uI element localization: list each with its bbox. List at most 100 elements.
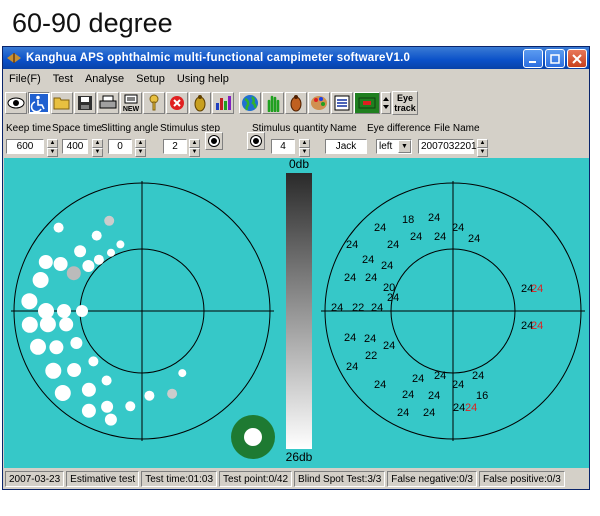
left-field-chart — [11, 181, 274, 441]
space-time-stepper[interactable]: ▲ ▼ — [92, 139, 103, 157]
threshold-value: 24 — [465, 402, 477, 414]
globe-button[interactable] — [239, 92, 261, 114]
parameter-bar: Keep time Space time Slitting angle Stim… — [3, 119, 589, 157]
stimulus-quantity-radio[interactable] — [247, 132, 265, 150]
close-button[interactable] — [567, 49, 587, 68]
accessibility-button[interactable] — [28, 92, 50, 114]
slitting-angle-field[interactable]: 0 — [108, 139, 132, 154]
maximize-icon — [550, 53, 560, 64]
stimulus-dot — [91, 230, 102, 241]
stimulus-quantity-stepper[interactable]: ▲ ▼ — [299, 139, 310, 157]
stimulus-dot — [93, 254, 104, 265]
stimulus-step-field[interactable]: 2 — [163, 139, 187, 154]
threshold-value: 24 — [374, 222, 386, 234]
threshold-value: 24 — [397, 407, 409, 419]
red-light-button[interactable] — [354, 92, 380, 114]
db-scale: 0db 26db — [286, 158, 313, 464]
visual-field-canvas: 18 24 24 24 24 24 24 24 24 24 24 24 24 20 24 22 24 24 24 24… — [4, 158, 589, 468]
radio-dot-icon — [209, 136, 219, 146]
menu-analyse[interactable]: Analyse — [79, 73, 130, 85]
minimize-button[interactable] — [523, 49, 543, 68]
bug-button[interactable] — [189, 92, 211, 114]
threshold-value: 24 — [423, 407, 435, 419]
menu-file[interactable]: File(F) — [3, 73, 47, 85]
threshold-value: 24 — [364, 333, 376, 345]
stop-icon — [170, 96, 184, 110]
stimulus-dot — [125, 401, 136, 412]
menu-using-help[interactable]: Using help — [171, 73, 235, 85]
threshold-value: 24 — [453, 402, 465, 414]
stimulus-dot — [49, 340, 64, 355]
bug-button-2[interactable] — [285, 92, 307, 114]
arrow-button[interactable] — [381, 92, 391, 114]
threshold-value: 24 — [365, 272, 377, 284]
eye-difference-label: Eye difference — [367, 123, 431, 134]
eye-track-button[interactable]: Eye track — [392, 91, 418, 115]
threshold-value: 24 — [402, 389, 414, 401]
print-button[interactable] — [97, 92, 119, 114]
keep-time-field[interactable]: 600 — [6, 139, 44, 154]
stimulus-dot — [21, 316, 38, 333]
stimulus-dot — [21, 293, 38, 310]
stimulus-dot — [54, 385, 71, 401]
keep-time-stepper[interactable]: ▲ ▼ — [47, 139, 58, 157]
maximize-button[interactable] — [545, 49, 565, 68]
palette-button[interactable] — [308, 92, 330, 114]
right-field-chart: 18 242424 24242424 2424 2424 242024 22 24242424… — [321, 181, 585, 441]
chart-button[interactable] — [212, 92, 234, 114]
accessibility-icon — [30, 94, 48, 112]
hand-button[interactable] — [262, 92, 284, 114]
stimulus-quantity-field[interactable]: 4 — [271, 139, 295, 154]
menu-bar: File(F) Test Analyse Setup Using help — [3, 70, 589, 88]
status-blind-spot: Blind Spot Test:3/3 — [294, 471, 386, 487]
menu-setup[interactable]: Setup — [130, 73, 171, 85]
stimulus-dot — [104, 215, 115, 226]
name-field[interactable]: Jack — [325, 139, 367, 154]
threshold-value: 24 — [346, 239, 358, 251]
open-button[interactable] — [51, 92, 73, 114]
stop-button[interactable] — [166, 92, 188, 114]
title-bar: Kanghua APS ophthalmic multi-functional … — [3, 47, 589, 69]
threshold-value: 24 — [381, 260, 393, 272]
new-button[interactable]: NEW — [120, 92, 142, 114]
threshold-value: 18 — [402, 214, 414, 226]
threshold-value: 24 — [434, 231, 446, 243]
fixation-ring — [231, 415, 275, 459]
name-label: Name — [330, 123, 357, 134]
threshold-value: 24 — [387, 239, 399, 251]
threshold-value: 24 — [383, 340, 395, 352]
file-name-stepper[interactable]: ▲ ▼ — [477, 139, 488, 157]
keep-time-label: Keep time — [6, 123, 52, 134]
space-time-field[interactable]: 400 — [62, 139, 88, 154]
stimulus-step-radio[interactable] — [205, 132, 223, 150]
save-button[interactable] — [74, 92, 96, 114]
stimulus-dot — [178, 369, 187, 378]
threshold-value: 24 — [452, 379, 464, 391]
stimulus-dot — [167, 388, 178, 399]
slitting-angle-stepper[interactable]: ▲ ▼ — [135, 139, 146, 157]
toolbar: NEW Eye track — [5, 90, 475, 116]
threshold-value: 24 — [472, 370, 484, 382]
stimulus-dot — [104, 413, 117, 426]
stimulus-dot — [74, 245, 87, 258]
globe-icon — [242, 95, 258, 111]
file-name-field[interactable]: 2007032201 — [418, 139, 477, 154]
menu-test[interactable]: Test — [47, 73, 79, 85]
threshold-value: 24 — [531, 320, 543, 332]
db-scale-gradient — [286, 173, 312, 449]
new-badge: NEW — [122, 105, 140, 113]
status-false-negative: False negative:0/3 — [387, 471, 477, 487]
eye-difference-select[interactable]: left ▼ — [376, 139, 412, 154]
file-name-label: File Name — [434, 123, 480, 134]
key-button[interactable] — [143, 92, 165, 114]
stimulus-step-stepper[interactable]: ▲ ▼ — [189, 139, 200, 157]
status-test-point: Test point:0/42 — [219, 471, 293, 487]
eye-button[interactable] — [5, 92, 27, 114]
threshold-value: 24 — [410, 231, 422, 243]
list-button[interactable] — [331, 92, 353, 114]
status-false-positive: False positive:0/3 — [478, 471, 565, 487]
fixation-ring-center — [244, 428, 262, 446]
threshold-value: 24 — [531, 283, 543, 295]
threshold-value: 24 — [331, 302, 343, 314]
space-time-label: Space time — [52, 123, 103, 134]
